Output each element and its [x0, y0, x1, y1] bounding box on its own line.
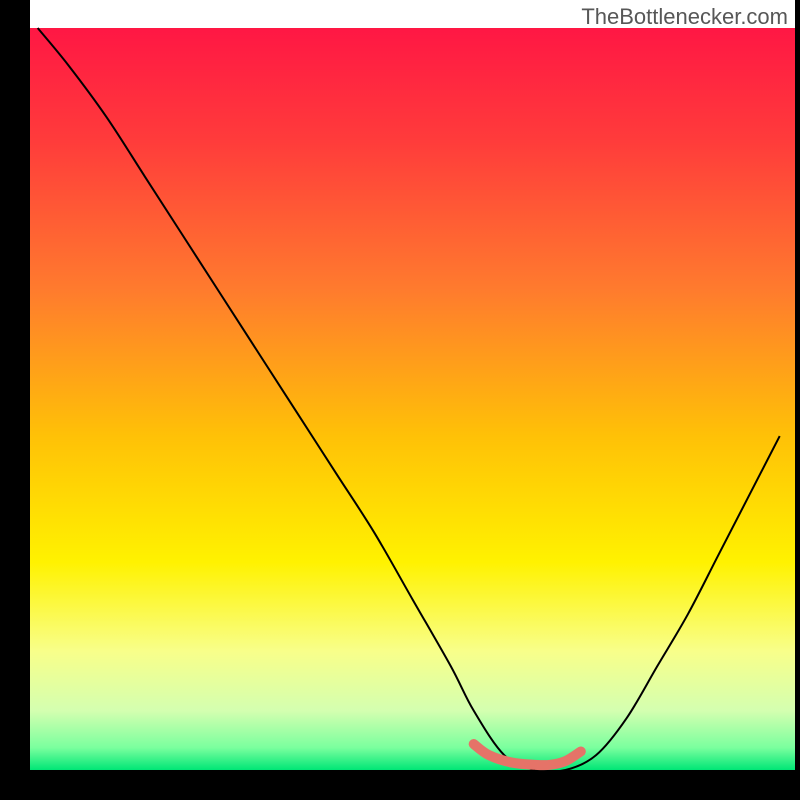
watermark-text: TheBottlenecker.com: [581, 4, 788, 30]
chart-container: TheBottlenecker.com: [0, 0, 800, 800]
frame-bottom: [0, 770, 800, 800]
gradient-background: [30, 28, 795, 770]
bottleneck-chart: [0, 0, 800, 800]
frame-right: [795, 0, 800, 800]
frame-left: [0, 0, 30, 800]
